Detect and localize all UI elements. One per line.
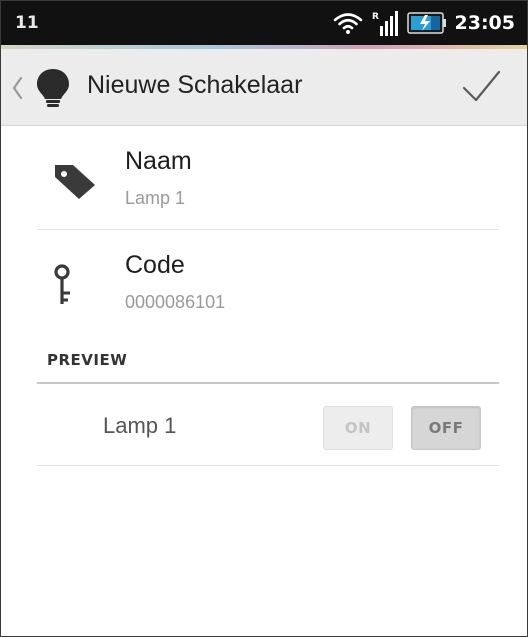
code-label: Code (125, 251, 185, 279)
screen-title: Nieuwe Schakelaar (87, 71, 303, 99)
preview-row: Lamp 1 ON OFF (37, 385, 499, 466)
status-bar: 11 R 23:05 (1, 1, 527, 45)
name-value: Lamp 1 (125, 188, 186, 208)
app-screen: 11 R 23:05 Nieuwe Schakelaar Naam Lamp 1… (0, 0, 528, 637)
notification-count: 11 (15, 13, 39, 33)
battery-icon (406, 11, 447, 35)
clock-time: 23:05 (454, 12, 515, 34)
name-label: Naam (125, 147, 192, 175)
code-field-row[interactable]: Code 0000086101 (37, 229, 499, 335)
code-value: 0000086101 (125, 292, 226, 312)
status-icons: R 23:05 (333, 9, 515, 37)
key-icon (53, 263, 81, 311)
checkmark-icon[interactable] (459, 67, 503, 107)
off-button[interactable]: OFF (411, 406, 481, 450)
network-type-label: R (372, 12, 379, 22)
section-divider (37, 382, 499, 384)
preview-section-header: PREVIEW (47, 351, 128, 369)
name-field-row[interactable]: Naam Lamp 1 (37, 125, 499, 230)
wifi-icon (333, 11, 363, 35)
lightbulb-icon[interactable] (31, 67, 75, 109)
tag-icon (51, 161, 99, 205)
signal-icon: R (371, 10, 399, 36)
on-button[interactable]: ON (323, 406, 393, 450)
action-bar: Nieuwe Schakelaar (1, 49, 527, 126)
back-chevron-icon[interactable] (11, 75, 23, 101)
preview-device-label: Lamp 1 (103, 413, 177, 438)
